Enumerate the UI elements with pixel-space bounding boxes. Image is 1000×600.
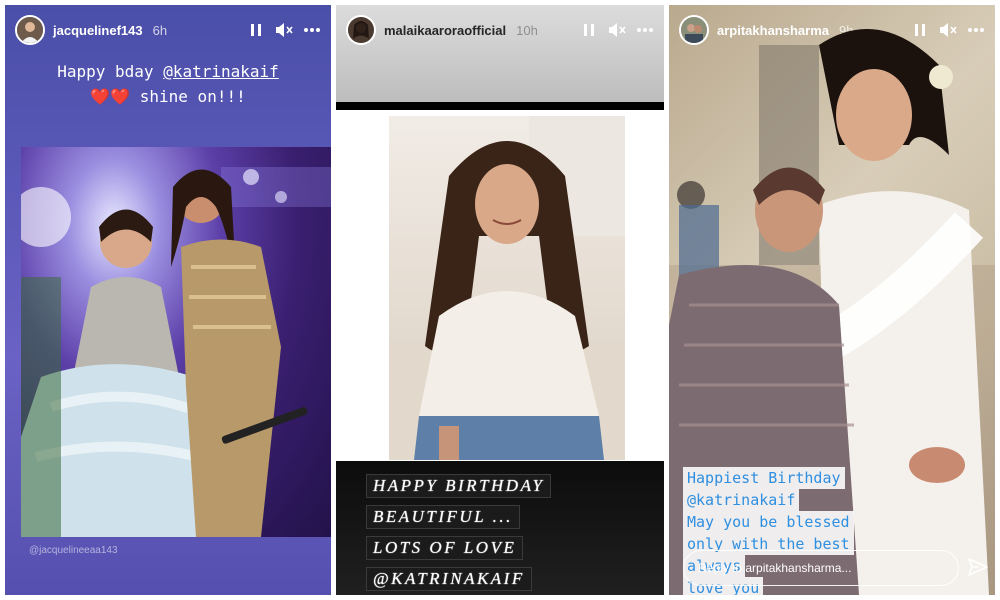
mute-icon[interactable] xyxy=(608,21,626,39)
message-line-2: BEAUTIFUL ... xyxy=(366,505,520,529)
story-photo xyxy=(389,116,625,460)
message-line-1: HAPPY BIRTHDAY xyxy=(366,474,552,498)
message-line-3: LOTS OF LOVE xyxy=(366,536,524,560)
divider-bar xyxy=(336,102,664,110)
caption-text-2: shine on!!! xyxy=(130,87,246,106)
send-icon[interactable] xyxy=(967,556,989,578)
avatar[interactable] xyxy=(15,15,45,45)
message-line-3: May you be blessed xyxy=(683,511,854,533)
mention-katrinakaif[interactable]: @katrinakaif xyxy=(683,489,800,511)
post-time: 10h xyxy=(516,22,538,38)
mention-katrinakaif[interactable]: @KATRINAKAIF xyxy=(366,567,532,591)
reply-input[interactable]: Reply to arpitakhansharma... xyxy=(683,550,959,586)
story-panel-malaikaaroraofficial[interactable]: malaikaaroraofficial 10h HAPPY BIRTHDAY … xyxy=(336,5,664,595)
caption-text: Happy bday xyxy=(57,62,164,81)
username[interactable]: jacquelinef143 xyxy=(53,23,143,38)
post-time: 6h xyxy=(152,22,168,38)
story-caption: Happy bday @katrinakaif ❤️❤️ shine on!!! xyxy=(5,59,331,109)
story-header: malaikaaroraofficial 10h xyxy=(346,15,654,45)
pause-icon[interactable] xyxy=(580,21,598,39)
more-icon[interactable] xyxy=(303,21,321,39)
more-icon[interactable] xyxy=(636,21,654,39)
story-header: jacquelinef143 6h xyxy=(15,15,321,45)
reply-placeholder: Reply to arpitakhansharma... xyxy=(698,561,852,575)
mention-katrinakaif[interactable]: @katrinakaif xyxy=(163,62,279,81)
heart-emoji: ❤️❤️ xyxy=(90,87,131,106)
story-panel-jacquelinef143[interactable]: jacquelinef143 6h Happy bday @katrinakai… xyxy=(5,5,331,595)
story-photo xyxy=(21,147,331,537)
photo-credit: @jacquelineeaa143 xyxy=(29,545,118,556)
story-panel-arpitakhansharma[interactable]: arpitakhansharma 9h Happiest Birthday @k… xyxy=(669,5,995,595)
username[interactable]: malaikaaroraofficial xyxy=(384,23,506,38)
mute-icon[interactable] xyxy=(275,21,293,39)
avatar[interactable] xyxy=(346,15,376,45)
message-line-1: Happiest Birthday xyxy=(683,467,845,489)
pause-icon[interactable] xyxy=(247,21,265,39)
birthday-message: HAPPY BIRTHDAY BEAUTIFUL ... LOTS OF LOV… xyxy=(366,474,552,595)
